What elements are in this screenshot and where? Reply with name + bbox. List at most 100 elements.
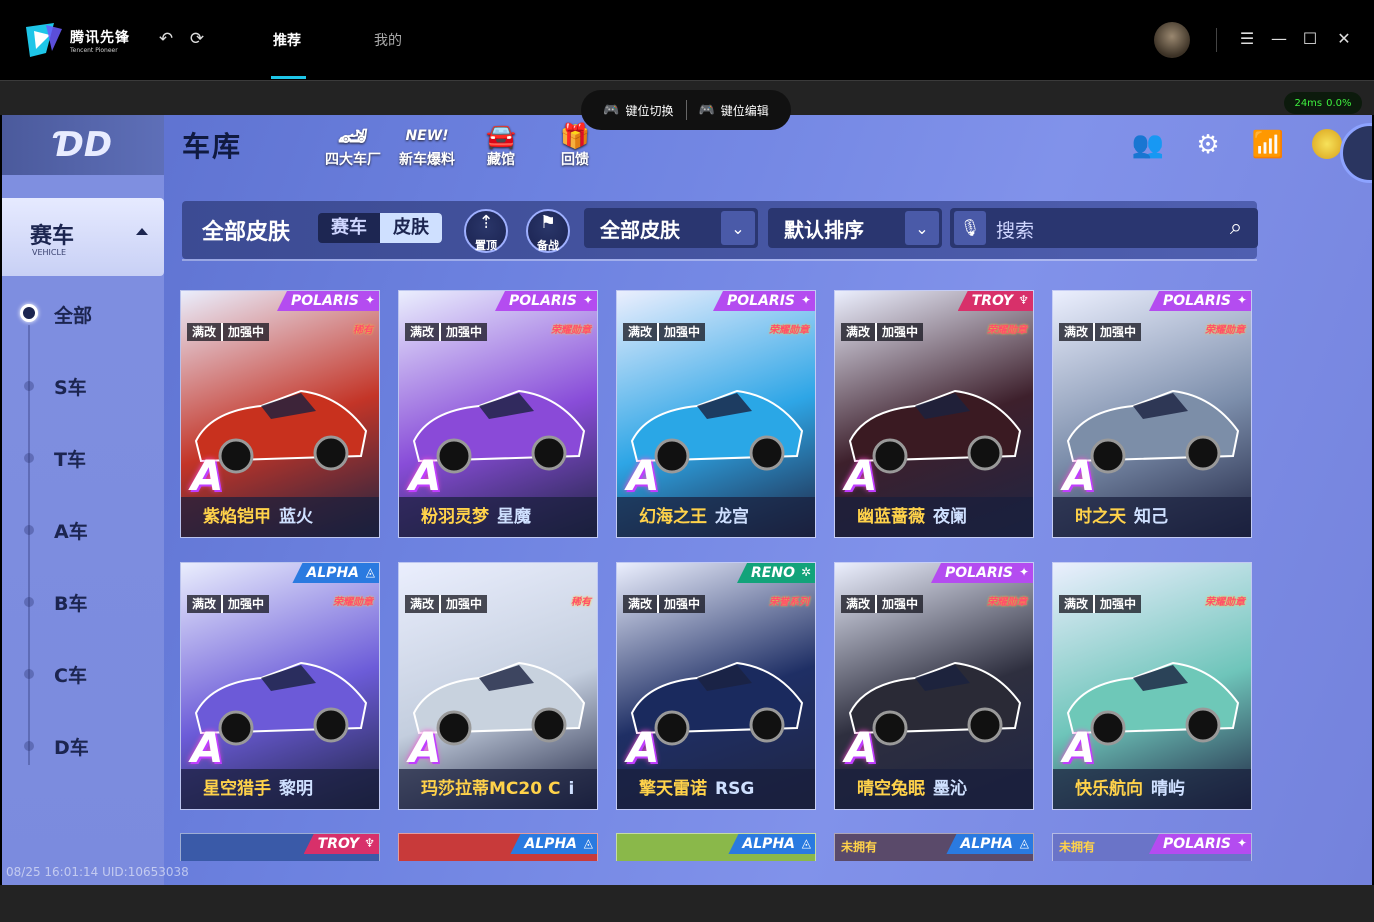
grade-label: A: [627, 451, 660, 500]
brand-icon: ✦: [800, 293, 811, 307]
sidebar-item-a[interactable]: A车: [54, 517, 88, 544]
skin-series: 快乐航向: [1075, 779, 1143, 799]
card-name-bar: 幽蓝蔷薇 夜阑: [835, 497, 1033, 537]
car-skin-card[interactable]: TROY ♆: [180, 833, 380, 861]
friends-icon[interactable]: 👥: [1130, 127, 1166, 163]
sidebar-item-s[interactable]: S车: [54, 373, 87, 400]
car-skin-card[interactable]: POLARIS ✦ 满改 加强中 荣耀勋章 A 时之天 知己: [1052, 290, 1252, 538]
car-skin-card[interactable]: POLARIS ✦ 满改 加强中 荣耀勋章 A 幻海之王 龙宫: [616, 290, 816, 538]
car-skin-card[interactable]: 未拥有 POLARIS ✦: [1052, 833, 1252, 861]
brand-label: ALPHA: [960, 836, 1013, 852]
tool-collection[interactable]: 🚘 藏馆: [466, 123, 536, 169]
sort-dropdown[interactable]: 默认排序 ⌄: [768, 208, 942, 248]
refresh-icon[interactable]: ⟳: [188, 30, 206, 48]
mic-icon[interactable]: 🎙: [954, 211, 986, 245]
car-skin-card[interactable]: 满改 加强中 稀有 A 玛莎拉蒂MC20 C i: [398, 562, 598, 810]
close-icon[interactable]: ✕: [1334, 29, 1354, 49]
filter-title: 全部皮肤: [202, 220, 291, 245]
card-name-bar: 快乐航向 晴屿: [1053, 769, 1251, 809]
status-tags: 满改 加强中: [187, 595, 270, 613]
flag-icon: ⚑: [539, 212, 557, 233]
brand-label: POLARIS: [727, 293, 795, 309]
car-skin-card[interactable]: POLARIS ✦ 满改 加强中 荣耀勋章 A 晴空兔眠 墨沁: [834, 562, 1034, 810]
page-title: 车库: [182, 130, 243, 163]
corner-menu-icon[interactable]: [1340, 123, 1372, 183]
car-skin-card[interactable]: 满改 加强中 荣耀勋章 A 快乐航向 晴屿: [1052, 562, 1252, 810]
card-name-bar: 玛莎拉蒂MC20 C i: [399, 769, 597, 809]
app-window: { "app": {"name": "腾讯先锋", "name_en": "Te…: [0, 0, 1374, 922]
grade-label: A: [627, 723, 660, 772]
chevron-down-icon: ⌄: [905, 211, 939, 245]
search-icon[interactable]: ⌕: [1220, 212, 1252, 244]
skin-name: i: [568, 779, 575, 799]
maxed-tag: 满改: [1059, 595, 1094, 613]
loss-value: 0.0%: [1326, 97, 1352, 109]
tool-car-factory[interactable]: 🏎 四大车厂: [318, 123, 388, 169]
grade-label: A: [191, 451, 224, 500]
tab-recommend[interactable]: 推荐: [273, 30, 301, 50]
sidebar-item-t[interactable]: T车: [54, 445, 86, 472]
car-skin-card[interactable]: ALPHA ◬: [616, 833, 816, 861]
status-tags: 满改 加强中: [1059, 323, 1142, 341]
app-logo[interactable]: 腾讯先锋 Tencent Pioneer: [24, 22, 130, 58]
segment-car[interactable]: 赛车: [318, 213, 380, 243]
sidebar-item-all[interactable]: 全部: [54, 301, 92, 328]
key-edit-button[interactable]: 🎮 键位编辑: [699, 102, 769, 119]
key-edit-label: 键位编辑: [720, 103, 769, 118]
brand-badge: POLARIS: [931, 563, 1033, 583]
ready-label: 备战: [537, 239, 559, 252]
tool-label: 四大车厂: [325, 152, 381, 168]
tree-dot: [24, 381, 34, 391]
car-skin-card[interactable]: POLARIS ✦ 满改 加强中 稀有 A 紫焰铠甲 蓝火: [180, 290, 380, 538]
menu-icon[interactable]: ☰: [1237, 29, 1257, 49]
arrow-up-icon: ⇡: [478, 212, 494, 233]
skin-series: 紫焰铠甲: [203, 507, 271, 527]
brand-badge: POLARIS: [277, 291, 379, 311]
skin-name: 龙宫: [715, 507, 749, 527]
filter-bar: 全部皮肤 赛车 皮肤 ⇡ 置顶 ⚑ 备战 全部皮肤 ⌄ 默认排序 ⌄ 🎙 搜索 …: [182, 201, 1258, 259]
honor-badge: 荣耀勋章: [1205, 325, 1245, 336]
boost-tag: 加强中: [1093, 595, 1142, 613]
car-skin-card[interactable]: TROY ♆ 满改 加强中 荣耀勋章 A 幽蓝蔷薇 夜阑: [834, 290, 1034, 538]
top-bar: 腾讯先锋 Tencent Pioneer ↶ ⟳ 推荐 我的 ☰ — ☐ ✕: [0, 0, 1374, 80]
boost-tag: 加强中: [221, 595, 270, 613]
gear-icon[interactable]: ⚙: [1190, 127, 1226, 163]
ready-button[interactable]: ⚑ 备战: [526, 209, 570, 253]
pin-top-button[interactable]: ⇡ 置顶: [464, 209, 508, 253]
car-skin-card[interactable]: 未拥有 ALPHA ◬: [834, 833, 1034, 861]
card-name-bar: 晴空兔眠 墨沁: [835, 769, 1033, 809]
car-skin-card[interactable]: POLARIS ✦ 满改 加强中 荣耀勋章 A 粉羽灵梦 星魔: [398, 290, 598, 538]
sidebar-item-b[interactable]: B车: [54, 589, 87, 616]
minimize-icon[interactable]: —: [1269, 29, 1289, 49]
avatar[interactable]: [1154, 22, 1190, 58]
brand-badge: POLARIS: [1149, 834, 1251, 854]
car-skin-card[interactable]: ALPHA ◬ 满改 加强中 荣耀勋章 A 星空猎手 黎明: [180, 562, 380, 810]
key-switch-label: 键位切换: [625, 103, 674, 118]
tab-mine[interactable]: 我的: [374, 30, 402, 50]
category-tab[interactable]: 赛车 VEHICLE: [2, 198, 164, 276]
skin-name: 星魔: [497, 507, 531, 527]
back-icon[interactable]: ↶: [157, 30, 175, 48]
maximize-icon[interactable]: ☐: [1300, 29, 1320, 49]
tree-dot: [24, 741, 34, 751]
maxed-tag: 满改: [187, 323, 222, 341]
tree-dot-active: [20, 304, 38, 322]
skin-dropdown[interactable]: 全部皮肤 ⌄: [584, 208, 758, 248]
card-name-bar: 幻海之王 龙宫: [617, 497, 815, 537]
honor-badge: 荣耀勋章: [987, 597, 1027, 608]
stream-footer: [0, 885, 1374, 922]
tool-new-car[interactable]: NEW! 新车爆料: [392, 123, 462, 169]
sidebar-item-c[interactable]: C车: [54, 661, 87, 688]
segment-skin[interactable]: 皮肤: [380, 213, 442, 243]
new-badge-icon: NEW!: [405, 128, 449, 144]
car-skin-card[interactable]: RENO ✲ 满改 加强中 荣誉系列 A 擎天雷诺 RSG: [616, 562, 816, 810]
wifi-icon: 📶: [1251, 130, 1285, 160]
skin-series: 粉羽灵梦: [421, 507, 489, 527]
sort-dropdown-value: 默认排序: [784, 217, 864, 242]
brand-icon: ✲: [800, 565, 811, 579]
car-skin-card[interactable]: ALPHA ◬: [398, 833, 598, 861]
search-input[interactable]: 搜索: [996, 216, 1034, 243]
key-switch-button[interactable]: 🎮 键位切换: [603, 102, 673, 119]
brand-label: ALPHA: [306, 565, 359, 581]
sidebar-item-d[interactable]: D车: [54, 733, 89, 760]
